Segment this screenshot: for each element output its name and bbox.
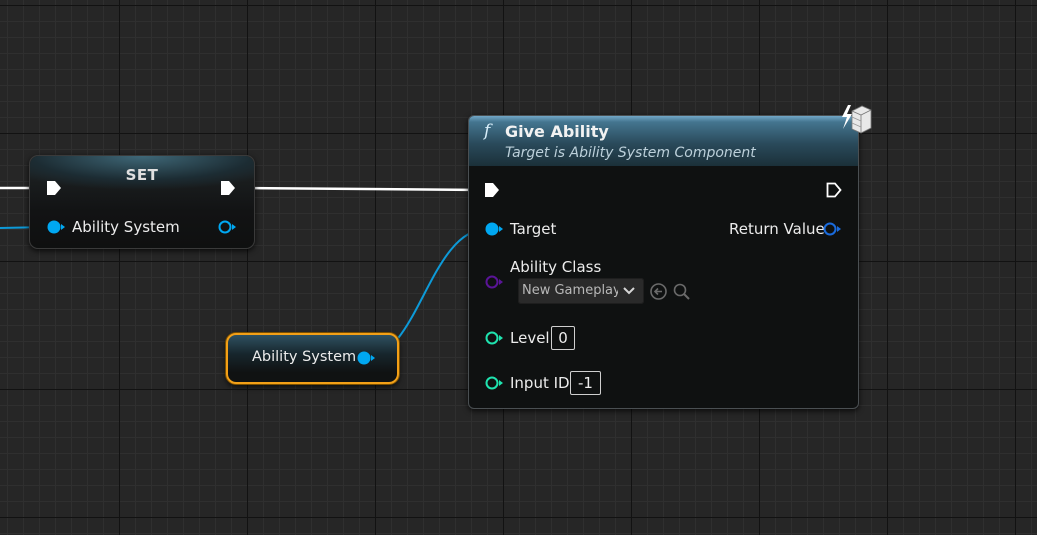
set-exec-out-pin[interactable] bbox=[219, 179, 237, 197]
level-input[interactable]: 0 bbox=[551, 326, 575, 350]
level-label: Level bbox=[510, 329, 550, 347]
return-value-pin[interactable] bbox=[822, 221, 842, 237]
set-exec-in-pin[interactable] bbox=[45, 179, 63, 197]
blueprint-graph-canvas[interactable]: SET Ability System f Give Ability Target… bbox=[0, 0, 1037, 535]
ability-class-value: New Gameplay A bbox=[522, 283, 618, 298]
give-ability-subtitle: Target is Ability System Component bbox=[505, 145, 756, 161]
give-ability-exec-in-pin[interactable] bbox=[483, 181, 501, 199]
give-ability-header: f Give Ability Target is Ability System … bbox=[469, 116, 858, 166]
use-selected-asset-icon[interactable] bbox=[649, 282, 668, 301]
set-ability-system-out-pin[interactable] bbox=[217, 219, 237, 235]
input-id-input[interactable]: -1 bbox=[570, 371, 601, 395]
server-only-icon bbox=[842, 105, 872, 134]
input-id-pin[interactable] bbox=[484, 375, 504, 391]
set-ability-system-label: Ability System bbox=[72, 218, 180, 236]
getter-label: Ability System bbox=[252, 349, 357, 365]
level-pin[interactable] bbox=[484, 330, 504, 346]
ability-class-label: Ability Class bbox=[510, 258, 602, 276]
ability-class-dropdown[interactable]: New Gameplay A bbox=[518, 278, 644, 304]
target-pin[interactable] bbox=[484, 221, 504, 237]
ability-class-pin[interactable] bbox=[484, 274, 504, 290]
function-icon: f bbox=[484, 121, 491, 141]
set-ability-system-in-pin[interactable] bbox=[46, 219, 66, 235]
browse-asset-icon[interactable] bbox=[672, 282, 691, 301]
give-ability-title: Give Ability bbox=[505, 122, 609, 141]
return-value-label: Return Value bbox=[729, 220, 825, 238]
input-id-label: Input ID bbox=[510, 374, 570, 392]
exec-wire-set-to-give-ability[interactable] bbox=[237, 186, 485, 192]
chevron-down-icon bbox=[623, 287, 635, 295]
give-ability-exec-out-pin[interactable] bbox=[825, 181, 843, 199]
getter-ability-system-out-pin[interactable] bbox=[356, 350, 376, 366]
target-label: Target bbox=[510, 220, 557, 238]
